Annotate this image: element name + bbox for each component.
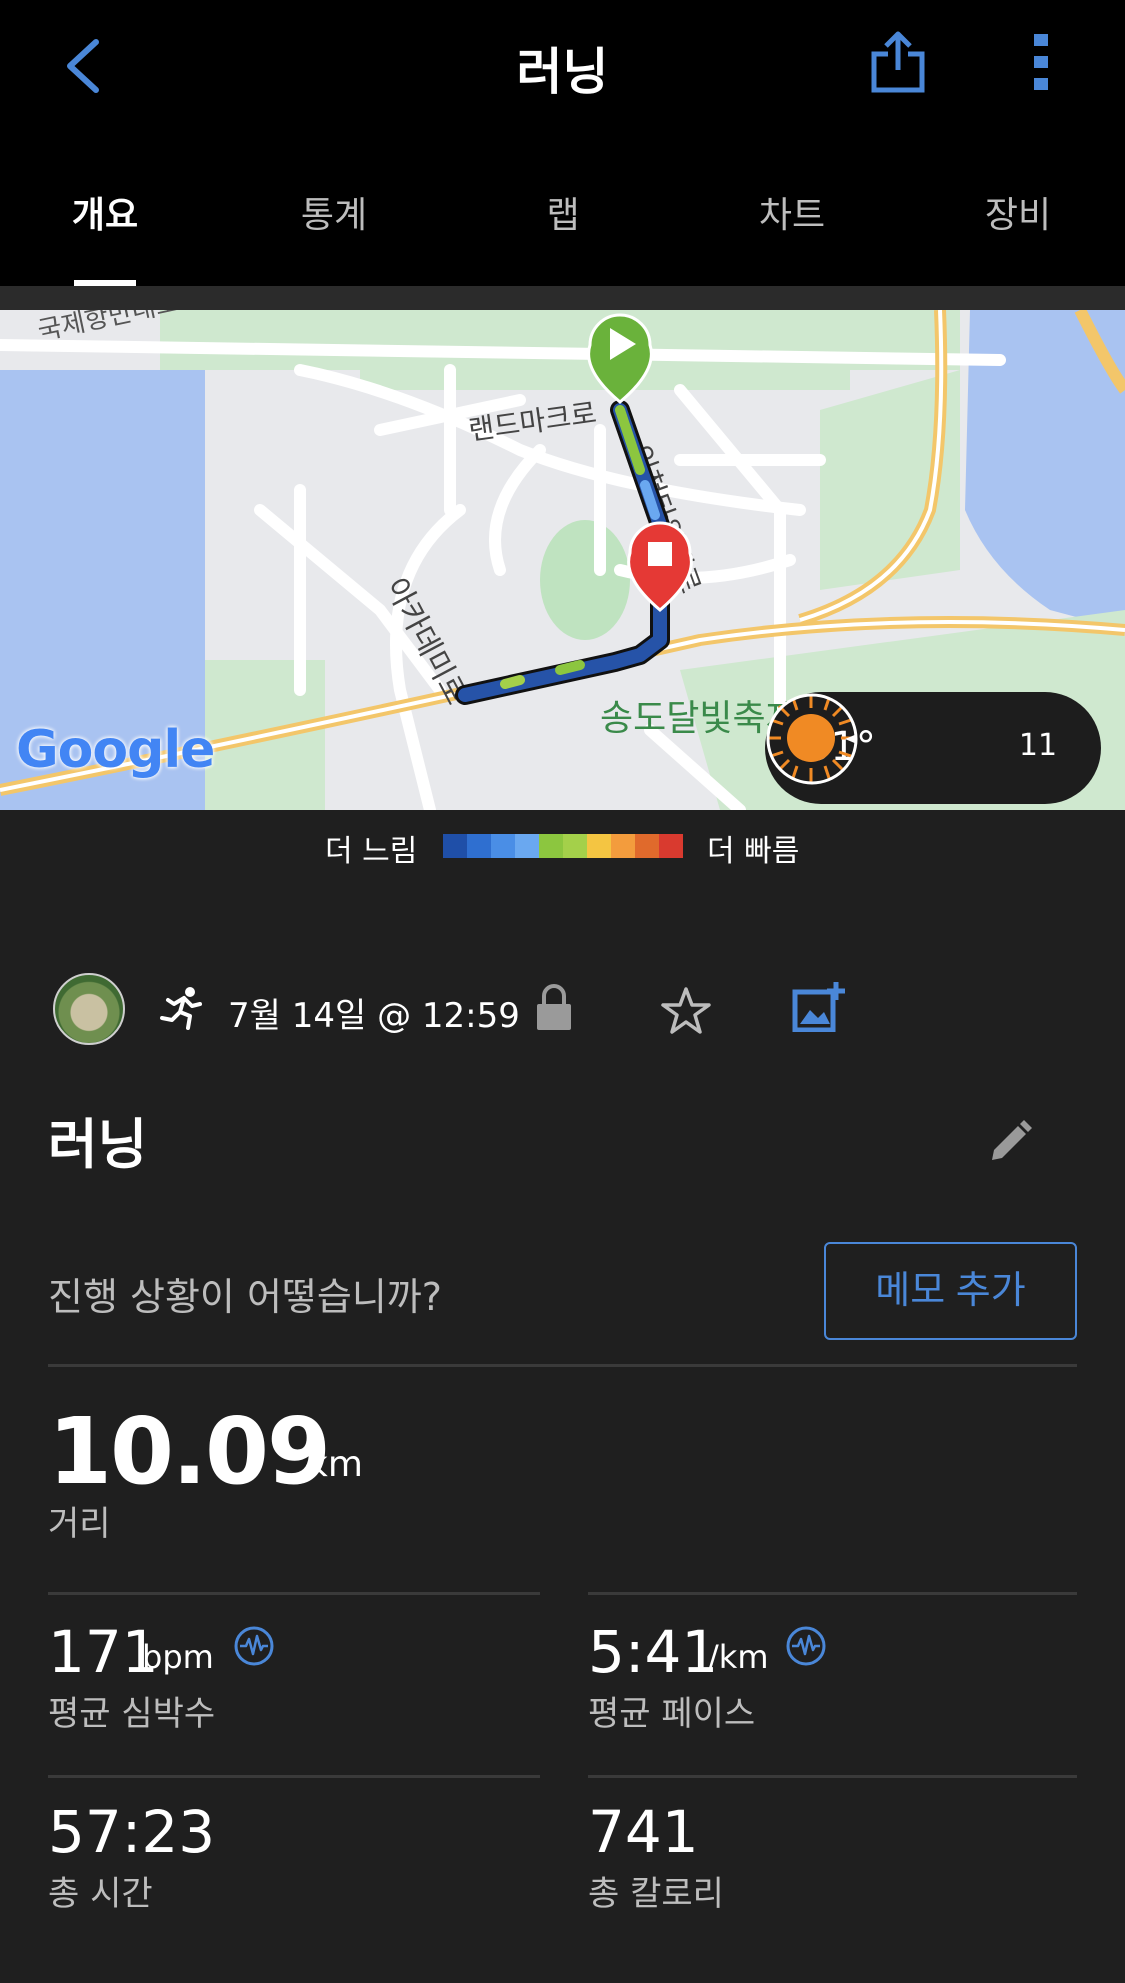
legend-swatch: [587, 834, 611, 858]
more-vertical-icon: [1034, 34, 1048, 90]
legend-swatch: [611, 834, 635, 858]
tab-bar: 개요 통계 랩 차트 장비: [0, 180, 1125, 286]
avatar[interactable]: [53, 973, 125, 1045]
total-time-value: 57:23: [48, 1798, 216, 1866]
app-header: 러닝 개요 통계 랩 차트 장비: [0, 0, 1125, 286]
divider: [48, 1364, 1077, 1367]
legend-swatch: [491, 834, 515, 858]
google-logo: Google: [16, 720, 215, 780]
legend-swatch: [635, 834, 659, 858]
section-divider: [0, 286, 1125, 310]
lock-icon[interactable]: [535, 984, 573, 1032]
add-memo-button[interactable]: 메모 추가: [824, 1242, 1077, 1340]
edit-icon[interactable]: [988, 1118, 1032, 1162]
total-calories-label: 총 칼로리: [588, 1874, 724, 1914]
distance-unit: km: [307, 1444, 363, 1485]
distance-label: 거리: [48, 1504, 111, 1544]
legend-fast-label: 더 빠름: [707, 834, 800, 869]
legend-slow-label: 더 느림: [325, 834, 418, 869]
weather-widget: 31° 11: [765, 692, 1101, 804]
divider: [48, 1775, 540, 1778]
legend-swatch: [515, 834, 539, 858]
avg-pace-label: 평균 페이스: [588, 1694, 756, 1734]
tab-overview[interactable]: 개요: [72, 186, 138, 238]
star-icon[interactable]: [660, 986, 712, 1036]
avg-heart-rate-unit: bpm: [142, 1638, 214, 1676]
wind-speed-label: 11: [1018, 728, 1058, 763]
page-title: 러닝: [516, 43, 609, 101]
share-icon: [871, 31, 925, 93]
route-map[interactable]: 국제항만대로 랜드마크로 인천타워대로 아카데미로 송도달빛축제공원 Googl…: [0, 310, 1125, 810]
pace-legend: 더 느림 더 빠름: [0, 826, 1125, 869]
wind-direction-icon: [766, 693, 858, 785]
progress-question: 진행 상황이 어떻습니까?: [48, 1275, 442, 1319]
legend-swatch: [467, 834, 491, 858]
activity-date-time: 7월 14일 @ 12:59: [228, 996, 520, 1036]
total-calories-value: 741: [588, 1798, 699, 1866]
running-icon: [160, 987, 202, 1030]
tab-stats[interactable]: 통계: [301, 186, 367, 238]
legend-swatch: [443, 834, 467, 858]
heart-rate-monitor-icon[interactable]: [234, 1626, 274, 1666]
share-button[interactable]: [868, 28, 928, 96]
legend-color-bar: [443, 834, 683, 858]
activity-name: 러닝: [48, 1113, 148, 1176]
total-time-label: 총 시간: [48, 1874, 153, 1914]
divider: [48, 1592, 540, 1595]
divider: [588, 1775, 1077, 1778]
legend-swatch: [659, 834, 683, 858]
tab-charts[interactable]: 차트: [759, 186, 825, 238]
add-photo-icon[interactable]: [792, 980, 846, 1032]
tab-laps[interactable]: 랩: [546, 186, 579, 238]
tab-gear[interactable]: 장비: [985, 186, 1051, 238]
distance-value: 10.09: [48, 1398, 331, 1505]
divider: [588, 1592, 1077, 1595]
avg-heart-rate-label: 평균 심박수: [48, 1694, 216, 1734]
end-marker-icon: [627, 521, 693, 612]
avg-pace-unit: /km: [708, 1638, 769, 1676]
more-options-button[interactable]: [1030, 32, 1054, 94]
avg-pace-value: 5:41: [588, 1618, 719, 1686]
legend-swatch: [563, 834, 587, 858]
pace-sensor-icon[interactable]: [786, 1626, 826, 1666]
legend-swatch: [539, 834, 563, 858]
